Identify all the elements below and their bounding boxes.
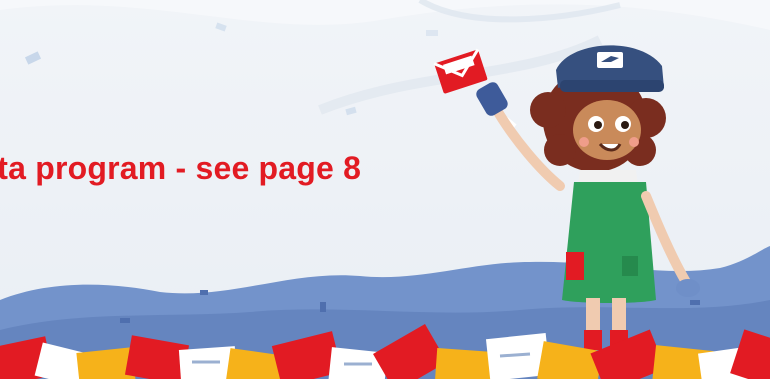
character-pupil — [594, 121, 602, 129]
hill-mark — [320, 302, 326, 312]
eagle-logo-icon — [597, 52, 623, 68]
character-apron-pocket — [622, 256, 638, 276]
hill-mark — [200, 290, 208, 295]
sky-swirl — [0, 0, 770, 30]
holiday-mail-banner: Santa program - see page 8 — [0, 0, 770, 379]
character-cheek — [629, 137, 639, 147]
paper-bit — [426, 30, 438, 36]
character-apron — [562, 182, 656, 303]
paper-bit — [24, 51, 42, 65]
character-hair-curl — [544, 134, 576, 166]
character-sleeve — [476, 82, 508, 116]
character-mitten — [676, 279, 700, 297]
character-face — [573, 100, 641, 160]
envelope-icon — [434, 348, 496, 379]
character-sock — [584, 330, 602, 350]
character-pupil — [621, 121, 629, 129]
hill-mark — [120, 318, 130, 323]
character-cap-band — [560, 80, 664, 92]
page-reference-caption: Santa program - see page 8 — [0, 150, 362, 186]
banner-illustration — [0, 0, 770, 379]
character-hair-curl — [530, 92, 566, 128]
envelope-icon — [433, 48, 488, 94]
paper-bit — [345, 106, 357, 116]
paper-bit — [215, 22, 227, 32]
character-cheek — [579, 137, 589, 147]
hill-mark — [690, 300, 700, 305]
character-apron-pocket — [566, 252, 584, 280]
